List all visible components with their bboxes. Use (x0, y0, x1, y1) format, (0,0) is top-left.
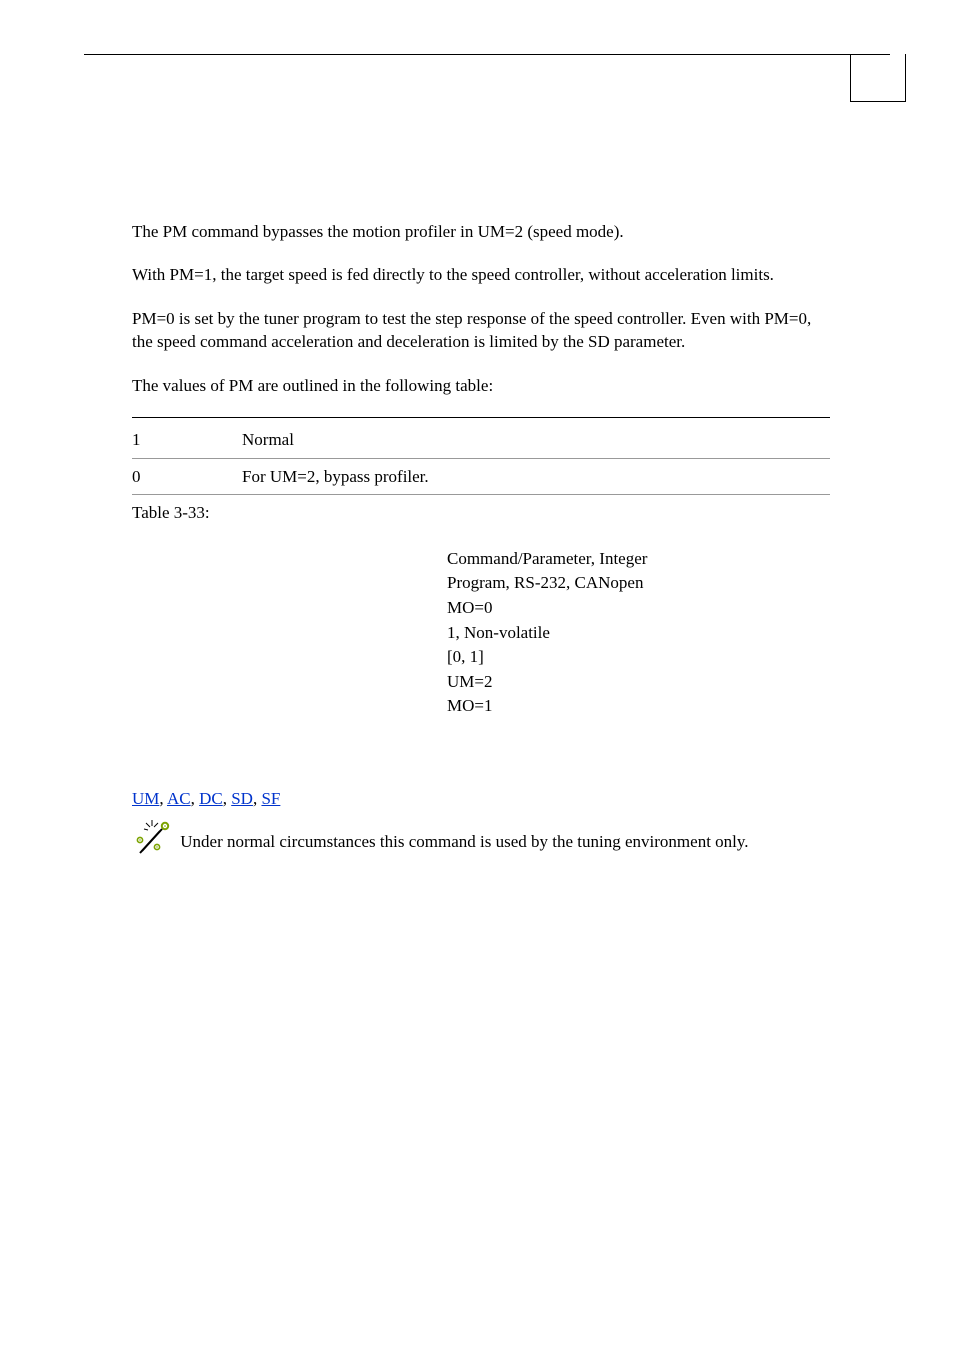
cell-value: For UM=2, bypass profiler. (242, 458, 830, 494)
link-dc[interactable]: DC (199, 789, 223, 808)
cell-value: Normal (242, 422, 830, 458)
prop-mo0: MO=0 (447, 596, 830, 621)
page: The PM command bypasses the motion profi… (0, 0, 954, 1351)
prop-um2: UM=2 (447, 670, 830, 695)
note-text: Under normal circumstances this command … (176, 832, 749, 851)
table-row: 0 For UM=2, bypass profiler. (132, 458, 830, 494)
note-paragraph: Under normal circumstances this command … (132, 817, 830, 867)
paragraph-pm0: PM=0 is set by the tuner program to test… (132, 307, 830, 354)
link-ac[interactable]: AC (167, 789, 191, 808)
page-number-box (850, 54, 906, 102)
properties-block: Command/Parameter, Integer Program, RS-2… (447, 547, 830, 719)
pm-values-table: 1 Normal 0 For UM=2, bypass profiler. (132, 422, 830, 495)
prop-channels: Program, RS-232, CANopen (447, 571, 830, 596)
table-row: 1 Normal (132, 422, 830, 458)
cell-key: 1 (132, 422, 242, 458)
prop-type: Command/Parameter, Integer (447, 547, 830, 572)
see-also-line: UM, AC, DC, SD, SF (132, 787, 830, 810)
magic-wand-icon (132, 817, 176, 867)
table-caption: Table 3-33: (132, 501, 830, 524)
paragraph-table-lead: The values of PM are outlined in the fol… (132, 374, 830, 397)
cell-key: 0 (132, 458, 242, 494)
content-area: The PM command bypasses the motion profi… (132, 220, 890, 867)
prop-nonvolatile: 1, Non-volatile (447, 621, 830, 646)
link-sf[interactable]: SF (261, 789, 280, 808)
prop-mo1: MO=1 (447, 694, 830, 719)
paragraph-intro: The PM command bypasses the motion profi… (132, 220, 830, 243)
header-row (84, 54, 890, 102)
link-um[interactable]: UM (132, 789, 159, 808)
table-top-rule (132, 417, 830, 418)
paragraph-pm1: With PM=1, the target speed is fed direc… (132, 263, 830, 286)
prop-range: [0, 1] (447, 645, 830, 670)
link-sd[interactable]: SD (231, 789, 253, 808)
